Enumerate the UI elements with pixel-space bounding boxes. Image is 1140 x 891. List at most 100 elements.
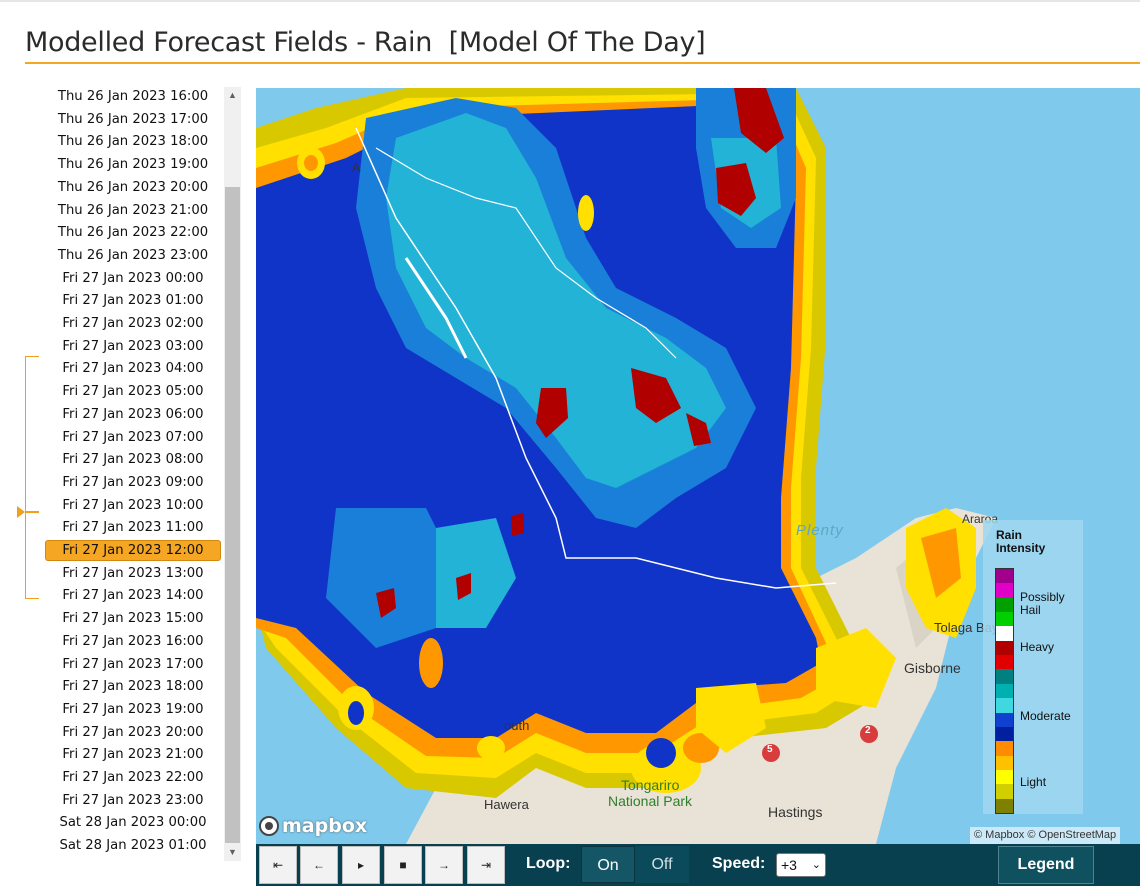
time-item[interactable]: Thu 26 Jan 2023 21:00	[45, 200, 221, 221]
time-item[interactable]: Fri 27 Jan 2023 14:00	[45, 585, 221, 606]
mapbox-icon	[259, 816, 279, 836]
time-item[interactable]: Fri 27 Jan 2023 05:00	[45, 381, 221, 402]
step-forward-button[interactable]: →	[425, 846, 463, 884]
legend-swatch	[996, 741, 1013, 757]
time-item-selected[interactable]: Fri 27 Jan 2023 12:00	[45, 540, 221, 561]
stop-button[interactable]: ■	[384, 846, 422, 884]
chevron-down-icon: ⌄	[811, 859, 821, 871]
time-item[interactable]: Thu 26 Jan 2023 20:00	[45, 177, 221, 198]
speed-value: +3	[781, 857, 797, 873]
legend-swatch	[996, 626, 1013, 642]
legend-swatch	[996, 784, 1013, 800]
time-item[interactable]: Thu 26 Jan 2023 16:00	[45, 86, 221, 107]
map-attribution[interactable]: © Mapbox © OpenStreetMap	[970, 827, 1121, 844]
time-item[interactable]: Fri 27 Jan 2023 06:00	[45, 404, 221, 425]
time-item[interactable]: Fri 27 Jan 2023 08:00	[45, 449, 221, 470]
legend-swatch	[996, 698, 1013, 714]
step-back-button[interactable]: ←	[300, 846, 338, 884]
legend-swatch	[996, 583, 1013, 599]
time-item[interactable]: Fri 27 Jan 2023 04:00	[45, 358, 221, 379]
mapbox-logo[interactable]: mapbox	[259, 815, 367, 837]
page-title: Modelled Forecast Fields - Rain [Model O…	[25, 27, 706, 58]
legend-label-hail: Hail	[1020, 603, 1041, 617]
map-label-south: outh	[504, 718, 530, 733]
legend-swatch	[996, 755, 1013, 771]
legend-swatch	[996, 597, 1013, 613]
title-underline	[25, 62, 1140, 64]
legend-label-moderate: Moderate	[1020, 709, 1071, 723]
time-list-scrollbar[interactable]: ▲ ▼	[224, 87, 241, 861]
time-item[interactable]: Thu 26 Jan 2023 18:00	[45, 131, 221, 152]
animation-controls: ⇤ ← ▸ ■ → ⇥ Loop: On Off Speed: +3 ⌄ Leg…	[256, 844, 1140, 886]
scroll-thumb[interactable]	[225, 187, 240, 843]
speed-label: Speed:	[712, 855, 766, 872]
time-item[interactable]: Thu 26 Jan 2023 19:00	[45, 154, 221, 175]
map-label-plenty: Plenty	[796, 522, 844, 539]
last-frame-button[interactable]: ⇥	[467, 846, 505, 884]
step-back-icon: ←	[313, 858, 325, 872]
play-button[interactable]: ▸	[342, 846, 380, 884]
time-list: Thu 26 Jan 2023 16:00 Thu 26 Jan 2023 17:…	[45, 86, 221, 862]
timeline-current-tick	[25, 511, 39, 513]
time-item[interactable]: Fri 27 Jan 2023 13:00	[45, 563, 221, 584]
first-frame-button[interactable]: ⇤	[259, 846, 297, 884]
time-item[interactable]: Fri 27 Jan 2023 20:00	[45, 722, 221, 743]
time-item[interactable]: Thu 26 Jan 2023 22:00	[45, 222, 221, 243]
legend-swatch	[996, 569, 1013, 584]
legend-swatch	[996, 640, 1013, 656]
time-item[interactable]: Sat 28 Jan 2023 00:00	[45, 812, 221, 833]
time-item[interactable]: Fri 27 Jan 2023 16:00	[45, 631, 221, 652]
legend-label-heavy: Heavy	[1020, 640, 1055, 654]
legend-title-line2: Intensity	[996, 541, 1046, 555]
time-item[interactable]: Fri 27 Jan 2023 07:00	[45, 427, 221, 448]
time-item[interactable]: Fri 27 Jan 2023 01:00	[45, 290, 221, 311]
last-frame-icon: ⇥	[480, 858, 492, 872]
top-border	[0, 0, 1140, 2]
time-item[interactable]: Fri 27 Jan 2023 17:00	[45, 654, 221, 675]
legend-swatch	[996, 726, 1013, 742]
loop-off-button[interactable]: Off	[635, 846, 689, 883]
legend-swatch	[996, 798, 1013, 814]
time-item[interactable]: Fri 27 Jan 2023 18:00	[45, 676, 221, 697]
route-shield-5: 5	[767, 744, 773, 755]
time-item[interactable]: Fri 27 Jan 2023 09:00	[45, 472, 221, 493]
route-shield-2: 2	[865, 725, 871, 736]
first-frame-icon: ⇤	[272, 858, 284, 872]
time-item[interactable]: Fri 27 Jan 2023 03:00	[45, 336, 221, 357]
legend-swatch	[996, 612, 1013, 627]
triangle-down-icon[interactable]: ▼	[224, 844, 241, 861]
time-item[interactable]: Fri 27 Jan 2023 11:00	[45, 517, 221, 538]
speed-select[interactable]: +3 ⌄	[776, 853, 826, 877]
play-icon: ▸	[357, 858, 365, 872]
rain-intensity-legend: Rain Intensity Possibly Hail Heavy Moder…	[983, 520, 1083, 814]
legend-swatch	[996, 669, 1013, 685]
time-item[interactable]: Thu 26 Jan 2023 17:00	[45, 109, 221, 130]
time-item[interactable]: Fri 27 Jan 2023 10:00	[45, 495, 221, 516]
stop-icon: ■	[399, 858, 407, 872]
timeline-range-bracket	[25, 356, 39, 599]
legend-button[interactable]: Legend	[998, 846, 1094, 884]
time-item[interactable]: Fri 27 Jan 2023 02:00	[45, 313, 221, 334]
map-label-hastings: Hastings	[768, 804, 823, 820]
time-item[interactable]: Sat 28 Jan 2023 01:00	[45, 835, 221, 856]
time-item[interactable]: Fri 27 Jan 2023 21:00	[45, 744, 221, 765]
triangle-up-icon[interactable]: ▲	[224, 87, 241, 104]
map-label-tongariro: Tongariro	[621, 777, 680, 793]
legend-swatch	[996, 712, 1013, 728]
map-label-gisborne: Gisborne	[904, 660, 961, 676]
legend-color-scale	[995, 568, 1014, 814]
legend-label-light: Light	[1020, 775, 1047, 789]
timeline-position-marker[interactable]	[17, 506, 25, 518]
map-label-hawera: Hawera	[484, 797, 529, 812]
loop-on-button[interactable]: On	[581, 846, 635, 883]
time-item[interactable]: Thu 26 Jan 2023 23:00	[45, 245, 221, 266]
time-item[interactable]: Fri 27 Jan 2023 19:00	[45, 699, 221, 720]
time-item[interactable]: Fri 27 Jan 2023 15:00	[45, 608, 221, 629]
legend-swatch	[996, 683, 1013, 699]
time-item[interactable]: Fri 27 Jan 2023 23:00	[45, 790, 221, 811]
time-item[interactable]: Fri 27 Jan 2023 22:00	[45, 767, 221, 788]
map-label-a: A	[352, 160, 361, 175]
loop-label: Loop:	[526, 855, 571, 872]
time-item[interactable]: Fri 27 Jan 2023 00:00	[45, 268, 221, 289]
legend-swatch	[996, 769, 1013, 785]
